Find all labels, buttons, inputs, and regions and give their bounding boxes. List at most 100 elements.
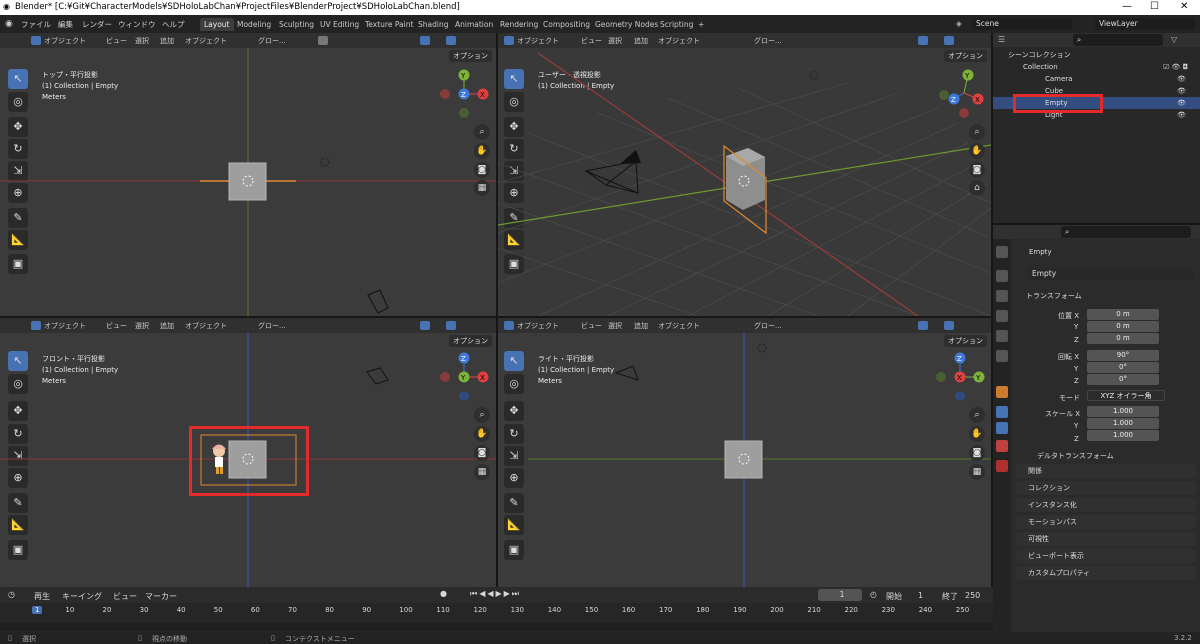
- panel-visibility[interactable]: 可視性: [1016, 532, 1196, 546]
- tab-layout[interactable]: Layout: [200, 18, 234, 31]
- tab-sculpting[interactable]: Sculpting: [275, 18, 318, 31]
- blender-menu-icon[interactable]: ◉: [5, 19, 13, 29]
- zoom-icon[interactable]: ⌕: [474, 407, 490, 423]
- rotation-x-field[interactable]: 90°: [1087, 350, 1159, 361]
- record-icon[interactable]: ●: [440, 589, 447, 598]
- tab-shading[interactable]: Shading: [414, 18, 452, 31]
- world-tab-icon[interactable]: [996, 350, 1008, 362]
- pan-hand-icon[interactable]: ✋: [969, 143, 985, 159]
- current-frame-marker[interactable]: 1: [32, 606, 43, 614]
- scale-z-field[interactable]: 1.000: [1087, 430, 1159, 441]
- constraints-tab-icon[interactable]: [996, 422, 1008, 434]
- panel-motion-paths[interactable]: モーションパス: [1016, 515, 1196, 529]
- eye-icon[interactable]: 👁: [1177, 85, 1186, 97]
- view-layer-tab-icon[interactable]: [996, 310, 1008, 322]
- tab-texture-paint[interactable]: Texture Paint: [361, 18, 417, 31]
- camera-view-icon[interactable]: ◙: [474, 162, 490, 178]
- location-y-field[interactable]: 0 m: [1087, 321, 1159, 332]
- panel-relations[interactable]: 関係: [1016, 464, 1196, 478]
- panel-custom-properties[interactable]: カスタムプロパティ: [1016, 566, 1196, 580]
- menu-window[interactable]: ウィンドウ: [118, 19, 156, 30]
- render-tab-icon[interactable]: [996, 270, 1008, 282]
- eye-icon[interactable]: 👁: [1177, 97, 1186, 109]
- panel-collections[interactable]: コレクション: [1016, 481, 1196, 495]
- scene-tab-icon[interactable]: [996, 330, 1008, 342]
- tab-geometry-nodes[interactable]: Geometry Nodes: [591, 18, 662, 31]
- outliner-search-input[interactable]: ⌕: [1073, 34, 1163, 46]
- rotation-mode-dropdown[interactable]: XYZ オイラー角: [1087, 390, 1165, 401]
- outliner-scene-collection[interactable]: シーンコレクション: [993, 49, 1200, 61]
- playback-menu[interactable]: 再生: [34, 591, 50, 602]
- camera-view-icon[interactable]: ◙: [969, 445, 985, 461]
- outliner-icon[interactable]: ☰: [998, 35, 1005, 44]
- delta-transform-panel[interactable]: デルタトランスフォーム: [1037, 451, 1114, 461]
- playback-controls[interactable]: ⏮◀◀▶▶⏭: [470, 589, 521, 599]
- ortho-grid-icon[interactable]: ▦: [969, 464, 985, 480]
- output-tab-icon[interactable]: [996, 290, 1008, 302]
- zoom-icon[interactable]: ⌕: [969, 124, 985, 140]
- axis-gizmo[interactable]: X Y Z: [436, 67, 492, 119]
- tool-tab-icon[interactable]: [996, 246, 1008, 258]
- menu-edit[interactable]: 編集: [58, 19, 73, 30]
- tab-compositing[interactable]: Compositing: [539, 18, 594, 31]
- panel-viewport-display[interactable]: ビューポート表示: [1016, 549, 1196, 563]
- keying-menu[interactable]: キーイング: [62, 591, 102, 602]
- menu-render[interactable]: レンダー: [82, 19, 112, 30]
- axis-gizmo[interactable]: Y Z X: [932, 350, 988, 402]
- outliner-item-camera[interactable]: Camera 👁: [993, 73, 1200, 85]
- start-frame-field[interactable]: 1: [918, 591, 923, 600]
- ortho-grid-icon[interactable]: ▦: [474, 464, 490, 480]
- timeline-scrollbar[interactable]: [0, 623, 993, 631]
- tab-uv-editing[interactable]: UV Editing: [316, 18, 363, 31]
- perspective-toggle-icon[interactable]: ⌂: [969, 180, 985, 196]
- view-menu[interactable]: ビュー: [113, 591, 137, 602]
- location-z-field[interactable]: 0 m: [1087, 333, 1159, 344]
- viewport-user[interactable]: オブジェクト ビュー 選択 追加 オブジェクト グロー... オプション ↖ ◎…: [498, 33, 991, 316]
- outliner-collection[interactable]: Collection ☑ 👁 ◘: [993, 61, 1200, 73]
- object-tab-icon[interactable]: [996, 386, 1008, 398]
- visibility-icon[interactable]: ☑ 👁 ◘: [1163, 61, 1188, 73]
- menu-help[interactable]: ヘルプ: [162, 19, 185, 30]
- properties-search-input[interactable]: ⌕: [1061, 226, 1191, 238]
- tab-animation[interactable]: Animation: [451, 18, 497, 31]
- tab-scripting[interactable]: Scripting: [656, 18, 697, 31]
- current-frame-field[interactable]: 1: [818, 589, 862, 601]
- viewport-top[interactable]: オブジェクト ビュー 選択 追加 オブジェクト グロー... オプション ↖ ◎…: [0, 33, 496, 316]
- physics-tab-icon[interactable]: [996, 406, 1008, 418]
- camera-view-icon[interactable]: ◙: [969, 162, 985, 178]
- location-x-field[interactable]: 0 m: [1087, 309, 1159, 320]
- filter-icon[interactable]: ▽: [1171, 35, 1177, 44]
- scale-y-field[interactable]: 1.000: [1087, 418, 1159, 429]
- menu-file[interactable]: ファイル: [21, 19, 51, 30]
- transform-panel[interactable]: トランスフォーム: [1026, 291, 1082, 301]
- camera-view-icon[interactable]: ◙: [474, 445, 490, 461]
- panel-instancing[interactable]: インスタンス化: [1016, 498, 1196, 512]
- timeline-ruler[interactable]: 1 10 20 30 40 50 60 70 80 90 100 110 120 130 140 150 160…: [0, 605, 993, 617]
- axis-gizmo[interactable]: X Z Y: [436, 350, 492, 402]
- axis-gizmo[interactable]: X Y Z: [934, 67, 990, 119]
- rotation-y-field[interactable]: 0°: [1087, 362, 1159, 373]
- eye-icon[interactable]: 👁: [1177, 73, 1186, 85]
- viewport-right[interactable]: オブジェクト ビュー 選択 追加 オブジェクト グロー... オプション ↖ ◎…: [498, 318, 991, 587]
- end-frame-field[interactable]: 250: [965, 591, 980, 600]
- pan-hand-icon[interactable]: ✋: [474, 426, 490, 442]
- timeline-editor-icon[interactable]: ◷: [8, 590, 15, 599]
- pan-hand-icon[interactable]: ✋: [474, 143, 490, 159]
- pan-hand-icon[interactable]: ✋: [969, 426, 985, 442]
- tab-rendering[interactable]: Rendering: [496, 18, 542, 31]
- viewport-front[interactable]: オブジェクト ビュー 選択 追加 オブジェクト グロー... オプション ↖ ◎…: [0, 318, 496, 587]
- object-name-field[interactable]: Empty: [1028, 268, 1194, 280]
- scale-x-field[interactable]: 1.000: [1087, 406, 1159, 417]
- tab-modeling[interactable]: Modeling: [233, 18, 275, 31]
- marker-menu[interactable]: マーカー: [145, 591, 177, 602]
- scene-selector[interactable]: Scene: [972, 18, 1072, 30]
- minimize-button[interactable]: —: [1122, 1, 1132, 12]
- ortho-grid-icon[interactable]: ▦: [474, 180, 490, 196]
- eye-icon[interactable]: 👁: [1177, 109, 1186, 121]
- maximize-button[interactable]: ☐: [1150, 1, 1159, 12]
- viewlayer-selector[interactable]: ViewLayer: [1095, 18, 1195, 30]
- texture-tab-icon[interactable]: [996, 460, 1008, 472]
- close-button[interactable]: ✕: [1180, 1, 1188, 12]
- zoom-icon[interactable]: ⌕: [474, 124, 490, 140]
- data-tab-icon[interactable]: [996, 440, 1008, 452]
